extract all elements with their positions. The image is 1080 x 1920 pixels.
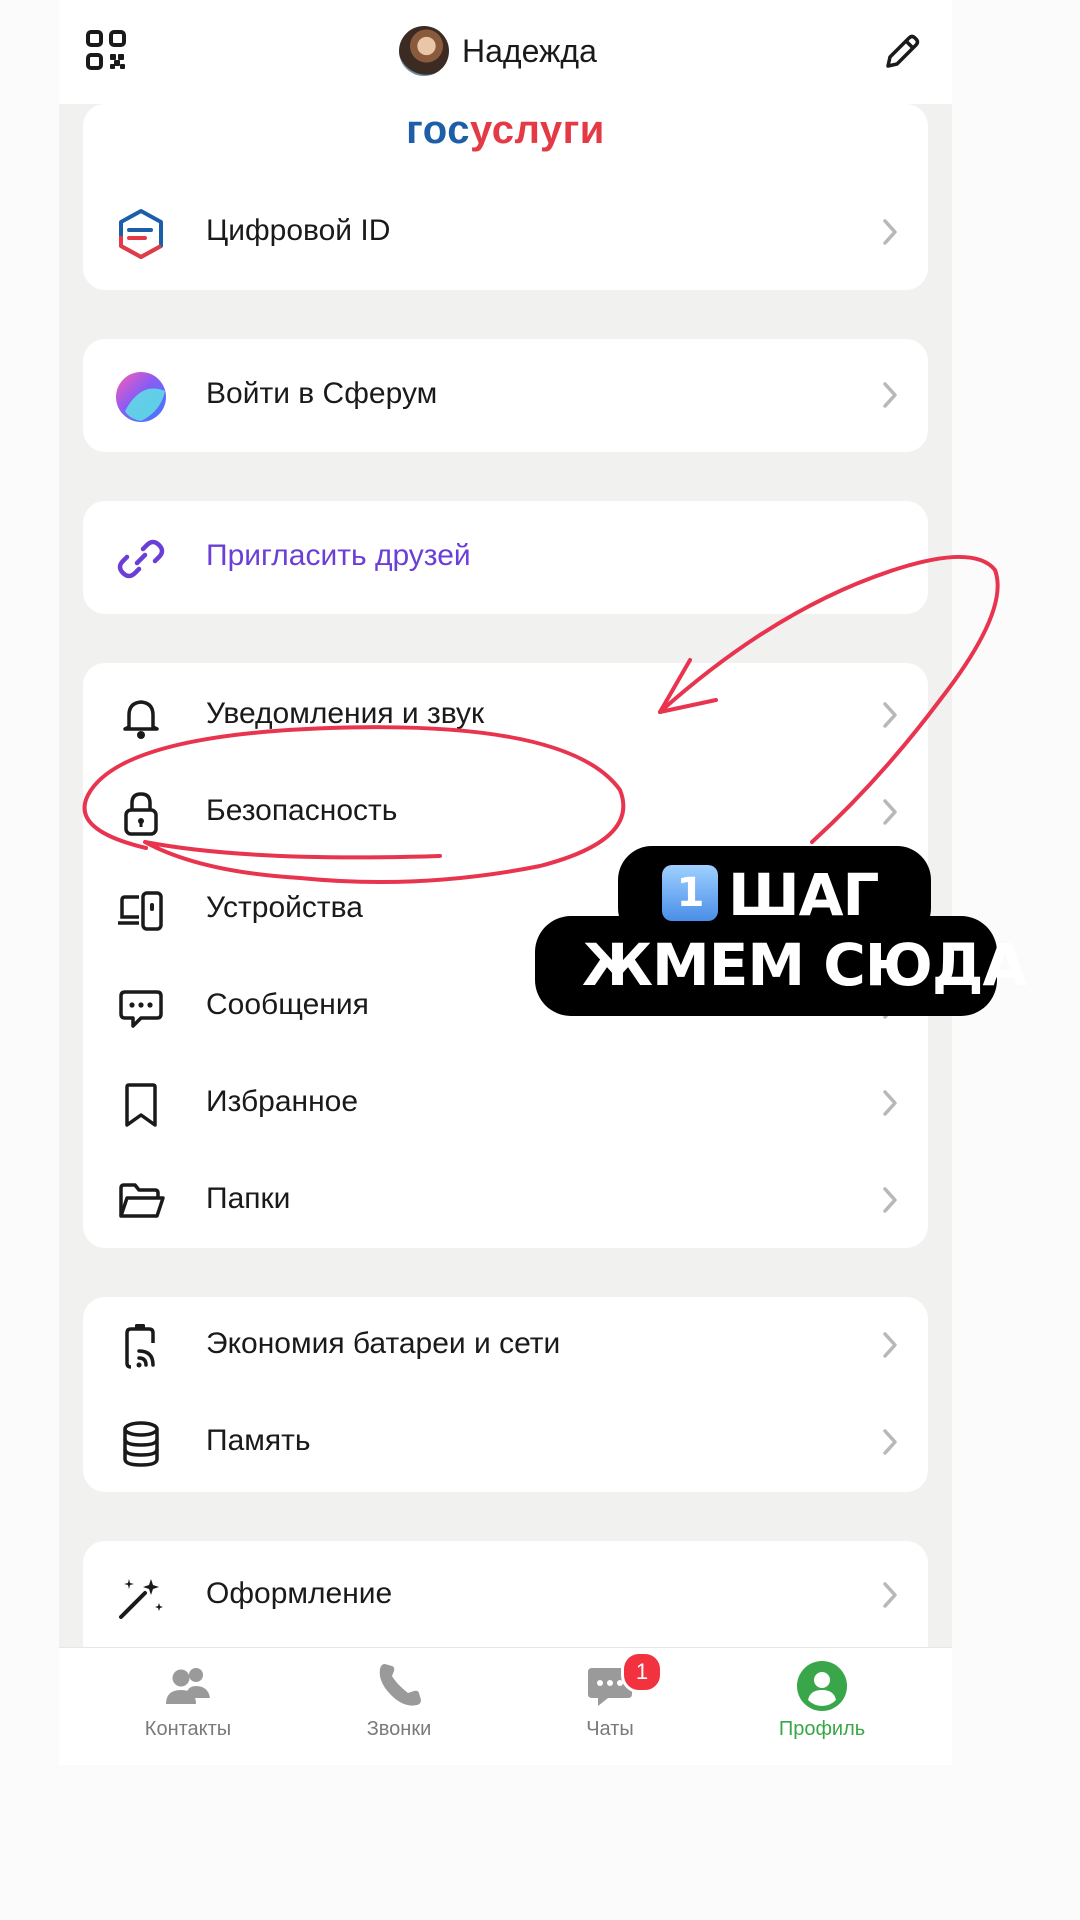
sferum-row[interactable]: Войти в Сферум bbox=[83, 347, 928, 444]
link-icon bbox=[115, 533, 167, 585]
folders-label: Папки bbox=[206, 1182, 291, 1215]
message-icon bbox=[115, 982, 167, 1034]
system-card: Экономия батареи и сети Память bbox=[83, 1297, 928, 1492]
folder-icon bbox=[115, 1176, 167, 1228]
tab-chats-label: Чаты bbox=[586, 1718, 634, 1740]
tab-contacts[interactable]: Контакты bbox=[88, 1648, 288, 1765]
tab-contacts-label: Контакты bbox=[144, 1718, 232, 1740]
devices-label: Устройства bbox=[206, 891, 363, 924]
logo-part-uslugi: услуги bbox=[469, 108, 605, 152]
chevron-right-icon bbox=[883, 1332, 897, 1358]
chevron-right-icon bbox=[883, 702, 897, 728]
favorites-row[interactable]: Избранное bbox=[83, 1055, 928, 1152]
notifications-row[interactable]: Уведомления и звук bbox=[83, 667, 928, 764]
contacts-icon bbox=[162, 1660, 214, 1712]
invite-friends-label: Пригласить друзей bbox=[206, 539, 471, 572]
invite-card: Пригласить друзей bbox=[83, 501, 928, 614]
bell-icon bbox=[115, 691, 167, 743]
battery-saving-label: Экономия батареи и сети bbox=[206, 1327, 561, 1360]
appearance-row[interactable]: Оформление bbox=[83, 1547, 928, 1644]
tab-calls-label: Звонки bbox=[366, 1718, 432, 1740]
security-label: Безопасность bbox=[206, 794, 398, 827]
tab-profile-label: Профиль bbox=[778, 1718, 866, 1740]
battery-icon bbox=[115, 1321, 167, 1373]
step-label-line2: ЖМЕМ СЮДА bbox=[582, 931, 1027, 999]
unread-badge: 1 bbox=[621, 1651, 663, 1693]
logo-part-gos: гос bbox=[406, 108, 470, 152]
invite-friends-row[interactable]: Пригласить друзей bbox=[83, 509, 928, 606]
digital-id-icon bbox=[115, 208, 167, 260]
digital-id-label: Цифровой ID bbox=[206, 214, 391, 247]
chevron-right-icon bbox=[883, 382, 897, 408]
profile-name: Надежда bbox=[462, 32, 597, 69]
storage-label: Память bbox=[206, 1424, 311, 1457]
pencil-icon[interactable] bbox=[880, 30, 924, 74]
chevron-right-icon bbox=[883, 1582, 897, 1608]
avatar bbox=[399, 26, 449, 76]
sferum-logo-icon bbox=[115, 371, 167, 423]
chevron-right-icon bbox=[883, 799, 897, 825]
devices-icon bbox=[115, 885, 167, 937]
battery-saving-row[interactable]: Экономия батареи и сети bbox=[83, 1297, 928, 1394]
appearance-label: Оформление bbox=[206, 1577, 393, 1610]
tab-chats[interactable]: 1 Чаты bbox=[510, 1648, 710, 1765]
bottom-tab-bar: Контакты Звонки 1 Чаты Профиль bbox=[59, 1647, 952, 1765]
digital-id-row[interactable]: Цифровой ID bbox=[83, 184, 928, 281]
chevron-right-icon bbox=[883, 219, 897, 245]
step-label-line1: 1 ШАГ bbox=[662, 860, 879, 930]
bookmark-icon bbox=[115, 1079, 167, 1131]
gosuslugi-card: госуслуги Цифровой ID bbox=[83, 104, 928, 290]
tab-calls[interactable]: Звонки bbox=[299, 1648, 499, 1765]
chevron-right-icon bbox=[883, 1187, 897, 1213]
top-bar: Надежда bbox=[59, 0, 952, 104]
chevron-right-icon bbox=[883, 1090, 897, 1116]
profile-icon bbox=[796, 1660, 848, 1712]
magic-wand-icon bbox=[115, 1571, 167, 1623]
phone-icon bbox=[373, 1660, 425, 1712]
notifications-label: Уведомления и звук bbox=[206, 697, 485, 730]
favorites-label: Избранное bbox=[206, 1085, 359, 1118]
keycap-one-icon: 1 bbox=[662, 864, 718, 921]
sferum-card: Войти в Сферум bbox=[83, 339, 928, 452]
gosuslugi-logo: госуслуги bbox=[83, 108, 928, 153]
chevron-right-icon bbox=[883, 1429, 897, 1455]
messages-label: Сообщения bbox=[206, 988, 369, 1021]
qr-code-icon[interactable] bbox=[86, 30, 126, 70]
storage-icon bbox=[115, 1418, 167, 1470]
lock-icon bbox=[115, 788, 167, 840]
storage-row[interactable]: Память bbox=[83, 1394, 928, 1491]
tab-profile[interactable]: Профиль bbox=[722, 1648, 922, 1765]
step-text: ШАГ bbox=[728, 861, 879, 929]
folders-row[interactable]: Папки bbox=[83, 1152, 928, 1249]
sferum-label: Войти в Сферум bbox=[206, 377, 438, 410]
profile-header[interactable]: Надежда bbox=[399, 24, 597, 78]
